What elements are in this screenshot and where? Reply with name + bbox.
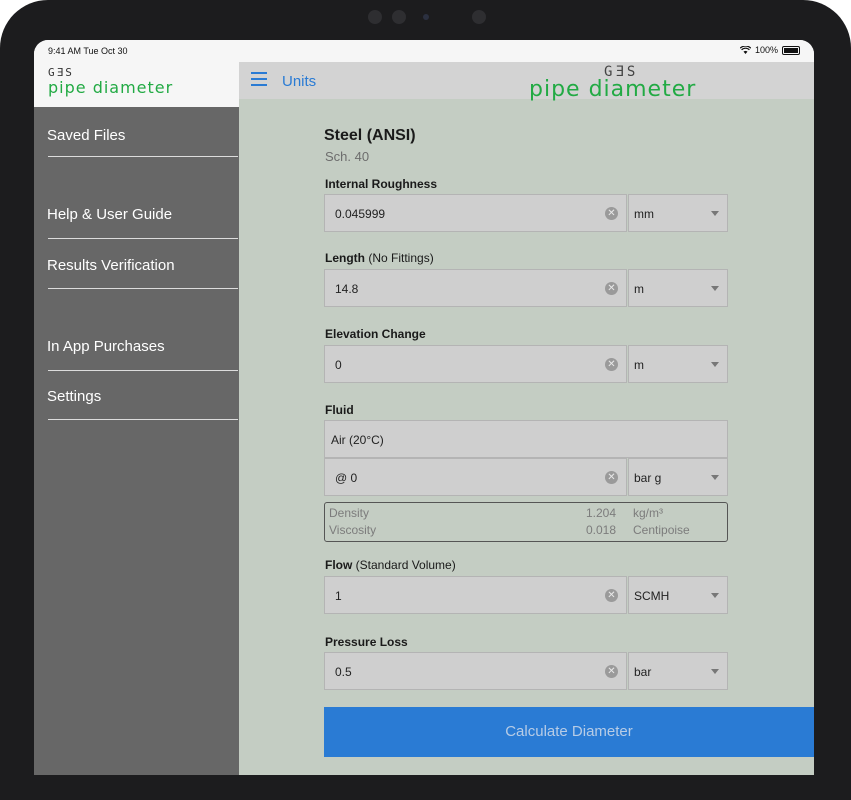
clear-icon[interactable]: ✕ — [605, 358, 618, 371]
elevation-unit: m — [634, 358, 644, 372]
fluid-pressure-input[interactable]: @ 0 ✕ — [324, 458, 627, 496]
length-note: (No Fittings) — [368, 251, 434, 265]
roughness-input[interactable]: 0.045999 ✕ — [324, 194, 627, 232]
viscosity-value: 0.018 — [585, 523, 616, 537]
ipad-frame: 9:41 AM Tue Oct 30 100% GƎS pipe diamete… — [0, 0, 851, 800]
sidebar-item-help-user-guide[interactable]: Help & User Guide — [47, 206, 172, 223]
units-button[interactable]: Units — [282, 73, 316, 90]
status-bar: 9:41 AM Tue Oct 30 100% — [34, 40, 814, 62]
fluid-pressure-value: @ 0 — [335, 471, 358, 485]
elevation-value: 0 — [335, 358, 342, 372]
viscosity-unit: Centipoise — [633, 523, 690, 537]
flow-input[interactable]: 1 ✕ — [324, 576, 627, 614]
flow-label: Flow (Standard Volume) — [325, 558, 456, 572]
roughness-unit-select[interactable]: mm — [628, 194, 728, 232]
wifi-icon — [739, 46, 751, 54]
pressure-loss-value: 0.5 — [335, 665, 352, 679]
dropdown-arrow-icon — [711, 362, 719, 367]
material-schedule: Sch. 40 — [325, 149, 370, 164]
fluid-pressure-unit-select[interactable]: bar g — [628, 458, 728, 496]
roughness-unit: mm — [634, 207, 654, 221]
divider — [48, 156, 238, 157]
battery-percent: 100% — [754, 45, 778, 55]
dropdown-arrow-icon — [711, 286, 719, 291]
camera-dot — [472, 10, 486, 24]
divider — [48, 419, 238, 420]
flow-value: 1 — [335, 589, 342, 603]
material-title[interactable]: Steel (ANSI) — [324, 127, 416, 145]
density-value: 1.204 — [585, 506, 616, 520]
main-content: Units GƎS pipe diameter Steel (ANSI) Sch… — [239, 62, 814, 775]
elevation-label: Elevation Change — [325, 327, 426, 341]
length-unit-select[interactable]: m — [628, 269, 728, 307]
sidebar-item-in-app-purchases[interactable]: In App Purchases — [47, 338, 165, 355]
dropdown-arrow-icon — [711, 669, 719, 674]
viscosity-label: Viscosity — [329, 523, 377, 537]
logo-pipe-text: pipe diameter — [48, 78, 174, 97]
pressure-loss-unit: bar — [634, 665, 652, 679]
divider — [48, 288, 238, 289]
clear-icon[interactable]: ✕ — [605, 471, 618, 484]
pressure-loss-unit-select[interactable]: bar — [628, 652, 728, 690]
status-time: 9:41 AM Tue Oct 30 — [48, 46, 128, 56]
flow-note: (Standard Volume) — [355, 558, 456, 572]
flow-unit-select[interactable]: SCMH — [628, 576, 728, 614]
length-label: Length (No Fittings) — [325, 251, 434, 265]
pressure-loss-input[interactable]: 0.5 ✕ — [324, 652, 627, 690]
divider — [48, 238, 238, 239]
pressure-loss-label: Pressure Loss — [325, 635, 408, 649]
flow-unit: SCMH — [634, 589, 670, 603]
dropdown-arrow-icon — [711, 593, 719, 598]
sidebar: GƎS pipe diameter Saved Files Help & Use… — [34, 62, 239, 775]
clear-icon[interactable]: ✕ — [605, 589, 618, 602]
navbar-logo-pipe: pipe diameter — [529, 77, 697, 102]
hamburger-icon[interactable] — [251, 72, 267, 86]
camera-dot — [392, 10, 406, 24]
divider — [48, 370, 238, 371]
status-right: 100% — [739, 45, 800, 55]
elevation-input[interactable]: 0 ✕ — [324, 345, 627, 383]
roughness-value: 0.045999 — [335, 207, 386, 221]
clear-icon[interactable]: ✕ — [605, 665, 618, 678]
sidebar-item-results-verification[interactable]: Results Verification — [47, 257, 175, 274]
length-input[interactable]: 14.8 ✕ — [324, 269, 627, 307]
density-unit: kg/m³ — [633, 506, 663, 520]
sidebar-item-saved-files[interactable]: Saved Files — [47, 127, 125, 144]
sensor-dot — [423, 14, 429, 20]
clear-icon[interactable]: ✕ — [605, 282, 618, 295]
navbar: Units GƎS pipe diameter — [239, 62, 814, 102]
fluid-select[interactable]: Air (20°C) — [324, 420, 728, 458]
fluid-pressure-unit: bar g — [634, 471, 662, 485]
dropdown-arrow-icon — [711, 475, 719, 480]
clear-icon[interactable]: ✕ — [605, 207, 618, 220]
fluid-label: Fluid — [325, 403, 354, 417]
roughness-label: Internal Roughness — [325, 177, 438, 191]
elevation-unit-select[interactable]: m — [628, 345, 728, 383]
calculate-diameter-button[interactable]: Calculate Diameter — [324, 707, 814, 757]
dropdown-arrow-icon — [711, 211, 719, 216]
sidebar-logo: GƎS pipe diameter — [34, 62, 239, 107]
length-unit: m — [634, 282, 644, 296]
fluid-name: Air (20°C) — [331, 433, 384, 447]
screen: 9:41 AM Tue Oct 30 100% GƎS pipe diamete… — [34, 40, 814, 775]
fluid-properties-box: Density 1.204 kg/m³ Viscosity 0.018 Cent… — [324, 502, 728, 542]
sidebar-item-settings[interactable]: Settings — [47, 388, 101, 405]
length-value: 14.8 — [335, 282, 359, 296]
density-label: Density — [329, 506, 370, 520]
camera-dot — [368, 10, 382, 24]
battery-icon — [782, 45, 800, 55]
